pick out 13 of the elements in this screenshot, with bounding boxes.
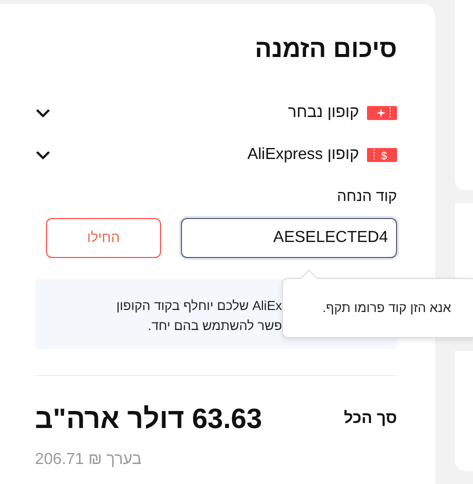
summary-title: סיכום הזמנה: [254, 34, 397, 64]
coupon-label: קופון AliExpress: [247, 145, 359, 165]
promo-label: קוד הנחה: [336, 187, 397, 207]
tooltip-text: אנא הזן קוד פרומו תקף.: [322, 299, 451, 318]
total-amount: 63.63 דולר ארה"ב: [35, 402, 262, 436]
ticket-dollar-icon: $: [367, 148, 397, 162]
chevron-icon[interactable]: [35, 108, 51, 118]
coupon-label: קופון נבחר: [288, 103, 359, 123]
approx-price: בערך ₪ 206.71: [35, 450, 142, 468]
chevron-icon[interactable]: [35, 150, 51, 160]
total-label: סך הכל: [344, 408, 397, 428]
info-text: AliEx שלכם יוחלף בקוד הקופון פשר להשתמש בהם יחד.: [115, 296, 282, 334]
promo-code-field[interactable]: AESELECTED4: [181, 218, 397, 258]
